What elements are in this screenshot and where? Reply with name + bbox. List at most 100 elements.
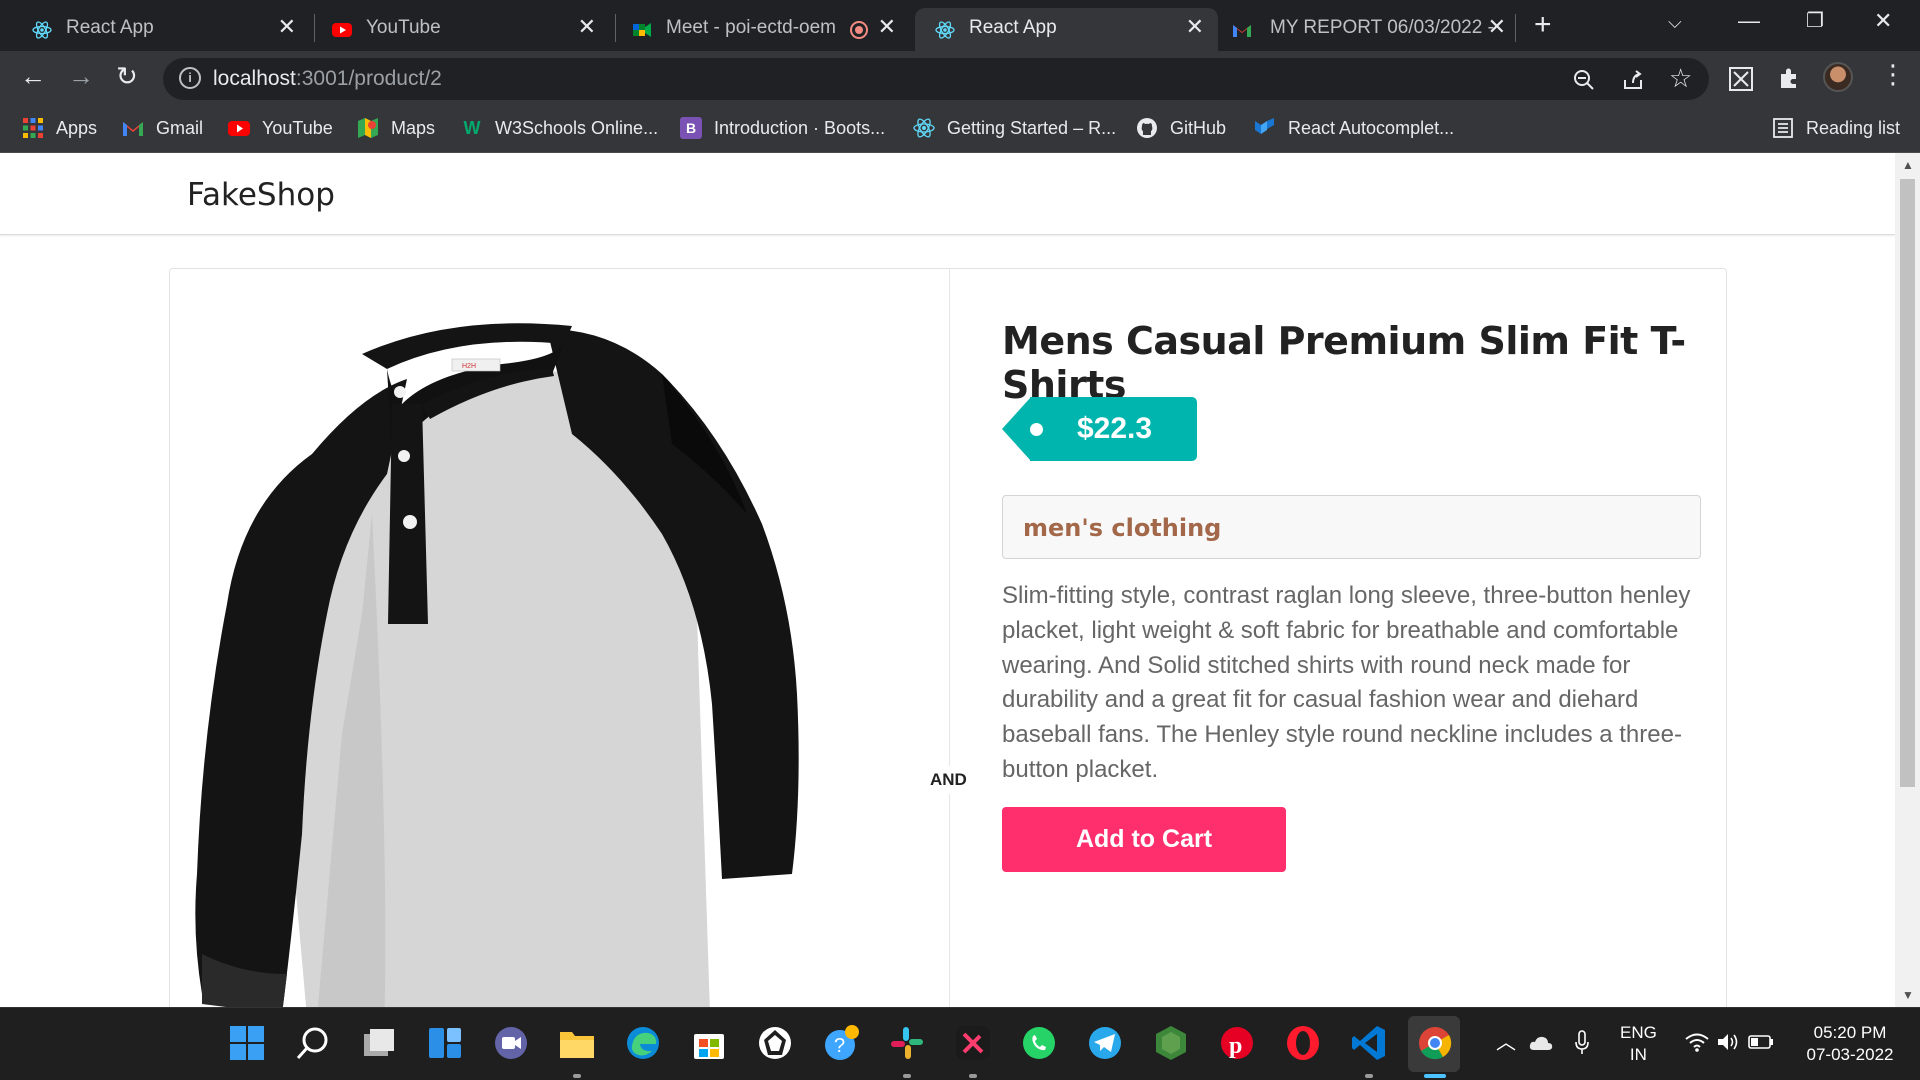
show-hidden-icons-chevron-icon[interactable]: ︿	[1496, 1026, 1516, 1055]
scrollbar-thumb[interactable]	[1900, 179, 1915, 787]
search-icon[interactable]	[294, 1024, 332, 1062]
site-info-icon[interactable]: i	[179, 67, 201, 89]
microphone-icon[interactable]	[1574, 1030, 1590, 1056]
new-tab-icon[interactable]: +	[1534, 8, 1552, 42]
scroll-up-arrow-icon[interactable]: ▲	[1902, 158, 1914, 172]
svg-text:p: p	[1229, 1033, 1242, 1059]
volume-icon[interactable]	[1716, 1032, 1742, 1052]
close-tab-icon[interactable]: ✕	[878, 14, 896, 40]
slack-icon[interactable]	[888, 1024, 926, 1062]
battery-icon[interactable]	[1748, 1034, 1774, 1050]
tab-meet[interactable]: Meet - poi-ectd-oem ✕	[600, 8, 910, 51]
bookmark-w3schools[interactable]: W W3Schools Online...	[461, 115, 659, 141]
tab-search-chevron-icon[interactable]: ⌵	[1668, 12, 1682, 33]
pinterest-icon[interactable]: p	[1218, 1024, 1256, 1062]
profile-avatar[interactable]	[1823, 62, 1853, 92]
opera-icon[interactable]	[1284, 1024, 1322, 1062]
bookmark-react-autocomplete[interactable]: React Autocomplet...	[1254, 115, 1454, 141]
product-category: men's clothing	[1002, 495, 1701, 559]
product-description: Slim-fitting style, contrast raglan long…	[1002, 582, 1691, 783]
w3schools-icon: W	[463, 118, 481, 138]
bookmark-github[interactable]: GitHub	[1136, 115, 1226, 141]
language-indicator[interactable]: ENG IN	[1620, 1022, 1657, 1066]
reload-icon[interactable]: ↻	[116, 61, 138, 92]
windows-taskbar: ? p ︿ ENG IN 05:20 PM 07-03-2022	[0, 1007, 1920, 1080]
url-text[interactable]: localhost:3001/product/2	[213, 67, 442, 91]
github-desktop-icon[interactable]	[756, 1024, 794, 1062]
address-bar[interactable]: i localhost:3001/product/2 ☆	[163, 58, 1709, 100]
recording-icon	[850, 21, 868, 39]
reading-list[interactable]: Reading list	[1772, 115, 1900, 141]
bookmark-bootstrap[interactable]: B Introduction · Boots...	[680, 115, 885, 141]
add-to-cart-button[interactable]: Add to Cart	[1002, 807, 1286, 872]
react-icon	[913, 118, 935, 138]
column-separator-label: AND	[928, 766, 969, 794]
bookmark-star-icon[interactable]: ☆	[1669, 63, 1692, 94]
back-arrow-icon[interactable]: ←	[20, 61, 46, 92]
bookmark-youtube[interactable]: YouTube	[228, 115, 333, 141]
bookmark-label: Maps	[391, 117, 436, 138]
minimize-icon[interactable]: —	[1738, 8, 1760, 34]
gmail-icon	[123, 122, 143, 136]
tab-title: YouTube	[366, 17, 441, 38]
product-price: $22.3	[1077, 412, 1153, 445]
shirt-brand-label: H2H	[462, 363, 476, 370]
page-scrollbar[interactable]: ▲ ▼	[1895, 153, 1920, 1007]
close-tab-icon[interactable]: ✕	[1186, 14, 1204, 40]
bookmark-label: Introduction · Boots...	[714, 117, 886, 138]
extension-x-icon[interactable]	[1729, 67, 1753, 91]
clock[interactable]: 05:20 PM 07-03-2022	[1795, 1022, 1905, 1066]
share-icon[interactable]	[1621, 68, 1645, 92]
tab-separator	[1515, 14, 1516, 42]
tab-title: React App	[66, 17, 154, 38]
product-image: H2H	[195, 323, 799, 1007]
bookmark-react-getting-started[interactable]: Getting Started – R...	[913, 115, 1116, 141]
file-explorer-icon[interactable]	[558, 1024, 596, 1062]
onedrive-cloud-icon[interactable]	[1528, 1032, 1554, 1054]
apps-grid-icon	[23, 118, 43, 138]
maps-icon	[358, 118, 378, 138]
nodejs-icon[interactable]	[1152, 1024, 1190, 1062]
zoom-icon[interactable]	[1573, 69, 1595, 91]
svg-text:?: ?	[834, 1035, 845, 1057]
tab-react-app-active[interactable]: React App ✕	[915, 8, 1218, 51]
telegram-icon[interactable]	[1086, 1024, 1124, 1062]
vscode-icon[interactable]	[1350, 1024, 1388, 1062]
git-tool-icon[interactable]	[954, 1024, 992, 1062]
close-tab-icon[interactable]: ✕	[278, 14, 296, 40]
forward-arrow-icon[interactable]: →	[68, 61, 94, 92]
teams-chat-icon[interactable]	[492, 1024, 530, 1062]
chrome-icon[interactable]	[1416, 1024, 1454, 1062]
whatsapp-icon[interactable]	[1020, 1024, 1058, 1062]
bookmark-label: React Autocomplet...	[1288, 117, 1455, 138]
restore-icon[interactable]: ❐	[1806, 8, 1824, 33]
bookmark-gmail[interactable]: Gmail	[122, 115, 203, 141]
microsoft-store-icon[interactable]	[690, 1024, 728, 1062]
active-indicator	[1424, 1074, 1446, 1078]
bookmark-label: W3Schools Online...	[495, 117, 659, 138]
price-tag-point	[1002, 397, 1031, 461]
windows-start-icon[interactable]	[228, 1024, 266, 1062]
running-indicator	[573, 1074, 581, 1078]
menu-kebab-icon[interactable]: ⋮	[1880, 59, 1906, 90]
column-divider	[949, 269, 950, 1007]
bookmark-apps[interactable]: Apps	[22, 115, 97, 141]
widgets-icon[interactable]	[426, 1024, 464, 1062]
task-view-icon[interactable]	[360, 1024, 398, 1062]
close-window-icon[interactable]: ✕	[1874, 8, 1892, 34]
bookmark-maps[interactable]: Maps	[357, 115, 435, 141]
tab-gmail-report[interactable]: MY REPORT 06/03/2022 - ✕	[1220, 8, 1520, 51]
clock-date: 07-03-2022	[1806, 1045, 1894, 1064]
bookmark-label: GitHub	[1170, 117, 1227, 138]
brand-logo-text[interactable]: FakeShop	[187, 177, 335, 213]
scroll-down-arrow-icon[interactable]: ▼	[1902, 988, 1914, 1002]
help-icon[interactable]: ?	[822, 1024, 860, 1062]
edge-icon[interactable]	[624, 1024, 662, 1062]
extensions-puzzle-icon[interactable]	[1777, 66, 1801, 90]
wifi-icon[interactable]	[1684, 1032, 1710, 1052]
close-tab-icon[interactable]: ✕	[578, 14, 596, 40]
tab-youtube[interactable]: YouTube ✕	[300, 8, 610, 51]
youtube-icon	[228, 121, 250, 136]
tab-react-app-1[interactable]: React App ✕	[0, 8, 310, 51]
close-tab-icon[interactable]: ✕	[1488, 14, 1506, 40]
